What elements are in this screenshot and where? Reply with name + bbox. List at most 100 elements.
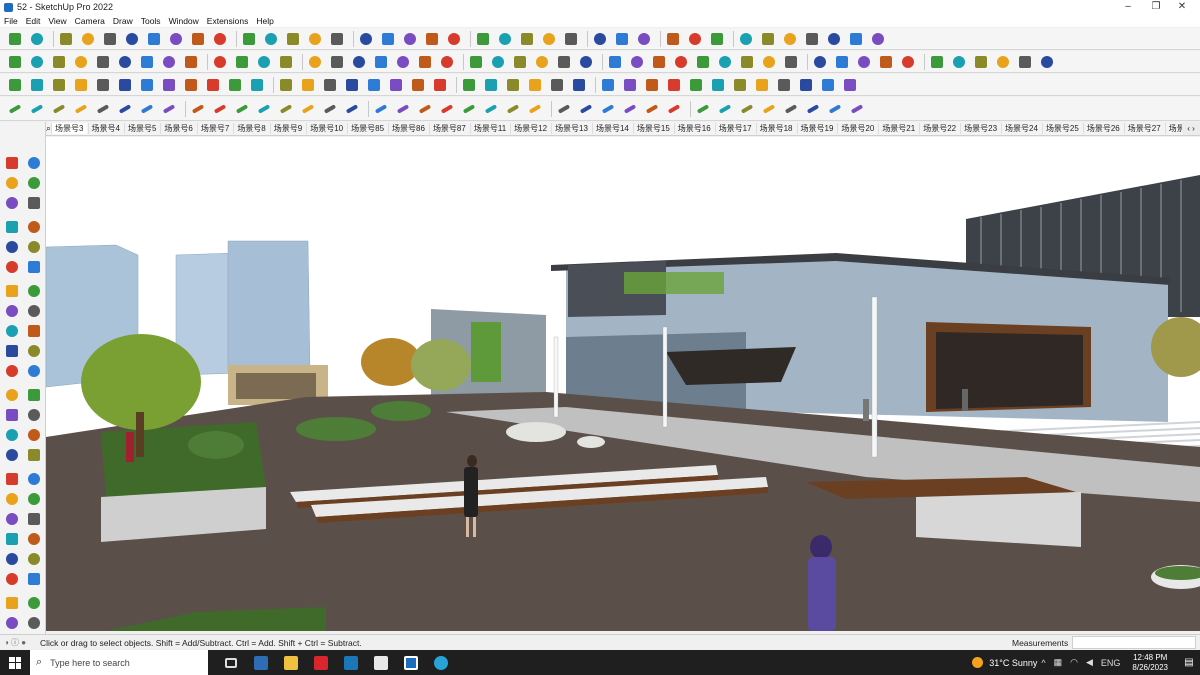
toolbar-button[interactable]	[738, 100, 756, 118]
toolbar-button[interactable]	[423, 30, 441, 48]
left-tool-button[interactable]	[25, 218, 43, 236]
measurements-input[interactable]	[1072, 636, 1196, 649]
language-indicator[interactable]: ENG	[1101, 658, 1121, 668]
toolbar-button[interactable]	[409, 76, 427, 94]
toolbar-button[interactable]	[343, 100, 361, 118]
toolbar-button[interactable]	[160, 100, 178, 118]
scene-tab[interactable]: 场景号87	[428, 123, 469, 134]
toolbar-button[interactable]	[262, 30, 280, 48]
wifi-icon[interactable]: ◠	[1070, 657, 1078, 668]
toolbar-button[interactable]	[328, 30, 346, 48]
left-tool-button[interactable]	[25, 362, 43, 380]
toolbar-button[interactable]	[848, 100, 866, 118]
left-tool-button[interactable]	[25, 194, 43, 212]
toolbar-button[interactable]	[687, 76, 705, 94]
toolbar-button[interactable]	[782, 53, 800, 71]
toolbar-button[interactable]	[189, 100, 207, 118]
toolbar-button[interactable]	[628, 53, 646, 71]
left-tool-button[interactable]	[3, 362, 21, 380]
left-tool-button[interactable]	[25, 238, 43, 256]
toolbar-button[interactable]	[577, 100, 595, 118]
menu-window[interactable]: Window	[169, 16, 199, 26]
toolbar-button[interactable]	[489, 53, 507, 71]
left-tool-button[interactable]	[25, 550, 43, 568]
toolbar-button[interactable]	[94, 76, 112, 94]
toolbar-button[interactable]	[343, 76, 361, 94]
toolbar-button[interactable]	[753, 76, 771, 94]
toolbar-button[interactable]	[803, 30, 821, 48]
left-tool-button[interactable]	[3, 302, 21, 320]
toolbar-button[interactable]	[474, 30, 492, 48]
toolbar-button[interactable]	[760, 53, 778, 71]
toolbar-button[interactable]	[226, 76, 244, 94]
left-tool-button[interactable]	[3, 570, 21, 588]
toolbar-button[interactable]	[533, 53, 551, 71]
menu-tools[interactable]: Tools	[141, 16, 161, 26]
toolbar-button[interactable]	[28, 30, 46, 48]
close-button[interactable]: ✕	[1164, 0, 1200, 14]
toolbar-button[interactable]	[819, 76, 837, 94]
toolbar-button[interactable]	[145, 30, 163, 48]
toolbar-button[interactable]	[50, 76, 68, 94]
scene-tab[interactable]: 场景号22	[919, 123, 959, 134]
scene-tab[interactable]: 场景号16	[673, 123, 714, 134]
toolbar-button[interactable]	[613, 30, 631, 48]
left-tool-button[interactable]	[3, 282, 21, 300]
menu-draw[interactable]: Draw	[113, 16, 133, 26]
toolbar-button[interactable]	[28, 100, 46, 118]
toolbar-button[interactable]	[599, 100, 617, 118]
left-tool-button[interactable]	[3, 510, 21, 528]
scene-tab[interactable]: 场景号18	[755, 123, 796, 134]
toolbar-button[interactable]	[555, 100, 573, 118]
toolbar-button[interactable]	[248, 76, 266, 94]
toolbar-button[interactable]	[321, 100, 339, 118]
toolbar-button[interactable]	[94, 100, 112, 118]
toolbar-button[interactable]	[6, 76, 24, 94]
left-tool-button[interactable]	[3, 446, 21, 464]
toolbar-button[interactable]	[233, 53, 251, 71]
toolbar-button[interactable]	[299, 100, 317, 118]
scene-tab[interactable]: 场景号21	[878, 123, 918, 134]
toolbar-button[interactable]	[438, 53, 456, 71]
toolbar-button[interactable]	[797, 76, 815, 94]
scene-tab[interactable]: 场景号20	[837, 123, 877, 134]
toolbar-button[interactable]	[665, 100, 683, 118]
toolbar-button[interactable]	[123, 30, 141, 48]
menu-file[interactable]: File	[4, 16, 18, 26]
toolbar-button[interactable]	[72, 76, 90, 94]
left-tool-button[interactable]	[25, 426, 43, 444]
left-tool-button[interactable]	[3, 406, 21, 424]
left-tool-button[interactable]	[3, 614, 21, 632]
toolbar-button[interactable]	[160, 76, 178, 94]
left-tool-button[interactable]	[25, 406, 43, 424]
left-tool-button[interactable]	[3, 470, 21, 488]
scene-tabs-scroll-arrows[interactable]: ‹ ›	[1182, 122, 1200, 135]
toolbar-button[interactable]	[694, 100, 712, 118]
toolbar-button[interactable]	[445, 30, 463, 48]
toolbar-button[interactable]	[138, 76, 156, 94]
left-tool-button[interactable]	[25, 258, 43, 276]
toolbar-button[interactable]	[28, 76, 46, 94]
toolbar-button[interactable]	[401, 30, 419, 48]
toolbar-button[interactable]	[708, 30, 726, 48]
toolbar-button[interactable]	[28, 53, 46, 71]
taskbar-search[interactable]: ⌕ Type here to search	[30, 650, 208, 675]
menu-help[interactable]: Help	[256, 16, 273, 26]
toolbar-button[interactable]	[591, 30, 609, 48]
toolbar-button[interactable]	[116, 53, 134, 71]
left-tool-button[interactable]	[3, 218, 21, 236]
toolbar-button[interactable]	[460, 100, 478, 118]
toolbar-button[interactable]	[621, 100, 639, 118]
toolbar-button[interactable]	[548, 76, 566, 94]
toolbar-button[interactable]	[570, 76, 588, 94]
scene-tab[interactable]: 场景号19	[796, 123, 837, 134]
scene-tab[interactable]: 场景号26	[1082, 123, 1123, 134]
left-tool-button[interactable]	[3, 550, 21, 568]
toolbar-button[interactable]	[716, 53, 734, 71]
left-tool-button[interactable]	[3, 322, 21, 340]
toolbar-button[interactable]	[189, 30, 207, 48]
toolbar-button[interactable]	[240, 30, 258, 48]
toolbar-button[interactable]	[775, 76, 793, 94]
toolbar-button[interactable]	[496, 30, 514, 48]
left-tool-button[interactable]	[3, 258, 21, 276]
